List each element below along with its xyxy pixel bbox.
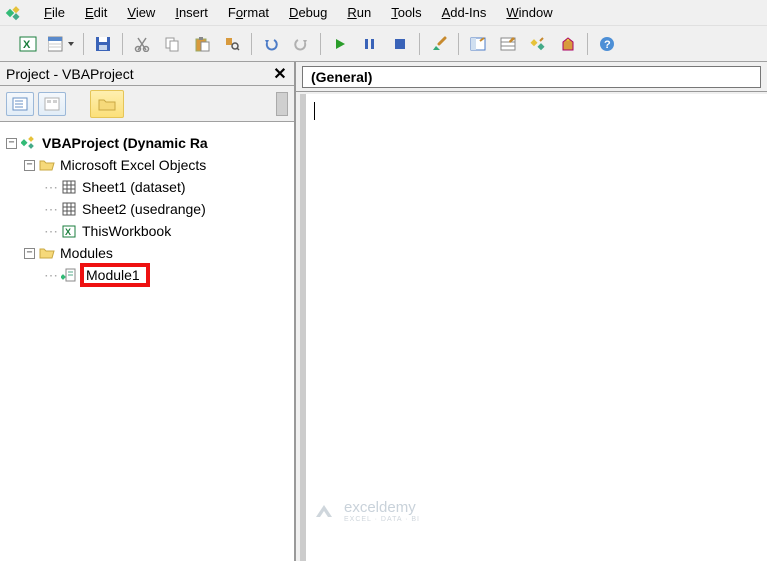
close-pane-button[interactable]: ✕ <box>268 64 292 84</box>
tree-folder-label: Microsoft Excel Objects <box>60 157 206 173</box>
toolbar: X <box>0 26 767 62</box>
project-pane-toolbar <box>0 86 294 122</box>
tree-module-node[interactable]: ⋯ Module1 <box>6 264 290 286</box>
tree-root-label: VBAProject (Dynamic Ra <box>42 135 208 151</box>
menu-insert[interactable]: Insert <box>165 2 218 23</box>
menu-window[interactable]: Window <box>496 2 562 23</box>
main-area: Project - VBAProject ✕ − VBAProject (Dyn… <box>0 62 767 561</box>
project-pane-title: Project - VBAProject <box>6 66 134 82</box>
tree-folder-label: Modules <box>60 245 113 261</box>
menu-debug[interactable]: Debug <box>279 2 337 23</box>
project-explorer-pane: Project - VBAProject ✕ − VBAProject (Dyn… <box>0 62 296 561</box>
project-tree[interactable]: − VBAProject (Dynamic Ra − Microsoft Exc… <box>0 122 294 561</box>
menu-run[interactable]: Run <box>337 2 381 23</box>
folder-open-icon <box>38 157 56 173</box>
find-button[interactable] <box>218 30 246 58</box>
object-combo-value: (General) <box>311 69 372 85</box>
toolbar-separator <box>458 33 459 55</box>
vba-project-icon <box>20 135 38 151</box>
save-button[interactable] <box>89 30 117 58</box>
toggle-folders-button[interactable] <box>90 90 124 118</box>
svg-text:?: ? <box>604 39 611 51</box>
tree-root-node[interactable]: − VBAProject (Dynamic Ra <box>6 132 290 154</box>
menu-edit[interactable]: Edit <box>75 2 117 23</box>
toolbar-separator <box>251 33 252 55</box>
menu-addins[interactable]: Add-Ins <box>432 2 497 23</box>
undo-button[interactable] <box>257 30 285 58</box>
menu-format[interactable]: Format <box>218 2 279 23</box>
insert-module-button[interactable] <box>44 30 78 58</box>
tree-sheet-node[interactable]: ⋯ Sheet1 (dataset) <box>6 176 290 198</box>
project-explorer-button[interactable] <box>464 30 492 58</box>
object-browser-button[interactable] <box>524 30 552 58</box>
code-editor[interactable] <box>300 94 767 561</box>
copy-button[interactable] <box>158 30 186 58</box>
project-pane-titlebar: Project - VBAProject ✕ <box>0 62 294 86</box>
view-object-button[interactable] <box>38 92 66 116</box>
collapse-icon[interactable]: − <box>24 160 35 171</box>
toolbox-button[interactable] <box>554 30 582 58</box>
toolbar-separator <box>83 33 84 55</box>
menu-tools[interactable]: Tools <box>381 2 431 23</box>
toolbar-separator <box>419 33 420 55</box>
help-button[interactable]: ? <box>593 30 621 58</box>
toolbar-separator <box>122 33 123 55</box>
menu-bar: File Edit View Insert Format Debug Run T… <box>0 0 767 26</box>
run-button[interactable] <box>326 30 354 58</box>
code-header: (General) <box>296 62 767 92</box>
svg-text:X: X <box>65 227 71 237</box>
worksheet-icon <box>60 179 78 195</box>
paste-button[interactable] <box>188 30 216 58</box>
view-code-button[interactable] <box>6 92 34 116</box>
highlight-annotation: Module1 <box>80 263 150 287</box>
module-icon <box>60 267 78 283</box>
tree-sheet-label: Sheet2 (usedrange) <box>82 201 206 217</box>
svg-text:X: X <box>23 39 31 51</box>
tree-module-label: Module1 <box>86 267 140 283</box>
worksheet-icon <box>60 201 78 217</box>
view-excel-button[interactable]: X <box>14 30 42 58</box>
object-combo[interactable]: (General) <box>302 66 761 88</box>
tree-workbook-label: ThisWorkbook <box>82 223 171 239</box>
code-pane: (General) <box>296 62 767 561</box>
design-mode-button[interactable] <box>425 30 453 58</box>
folder-open-icon <box>38 245 56 261</box>
tree-workbook-node[interactable]: ⋯ X ThisWorkbook <box>6 220 290 242</box>
tree-sheet-node[interactable]: ⋯ Sheet2 (usedrange) <box>6 198 290 220</box>
redo-button[interactable] <box>287 30 315 58</box>
tree-folder-node[interactable]: − Modules <box>6 242 290 264</box>
toolbar-separator <box>320 33 321 55</box>
break-button[interactable] <box>356 30 384 58</box>
app-icon <box>4 3 24 23</box>
dropdown-caret-icon <box>68 42 74 46</box>
properties-button[interactable] <box>494 30 522 58</box>
collapse-icon[interactable]: − <box>24 248 35 259</box>
text-cursor <box>314 102 315 120</box>
workbook-icon: X <box>60 223 78 239</box>
tree-folder-node[interactable]: − Microsoft Excel Objects <box>6 154 290 176</box>
menu-view[interactable]: View <box>117 2 165 23</box>
toolbar-separator <box>587 33 588 55</box>
reset-button[interactable] <box>386 30 414 58</box>
tree-sheet-label: Sheet1 (dataset) <box>82 179 186 195</box>
collapse-icon[interactable]: − <box>6 138 17 149</box>
cut-button[interactable] <box>128 30 156 58</box>
menu-file[interactable]: File <box>34 2 75 23</box>
